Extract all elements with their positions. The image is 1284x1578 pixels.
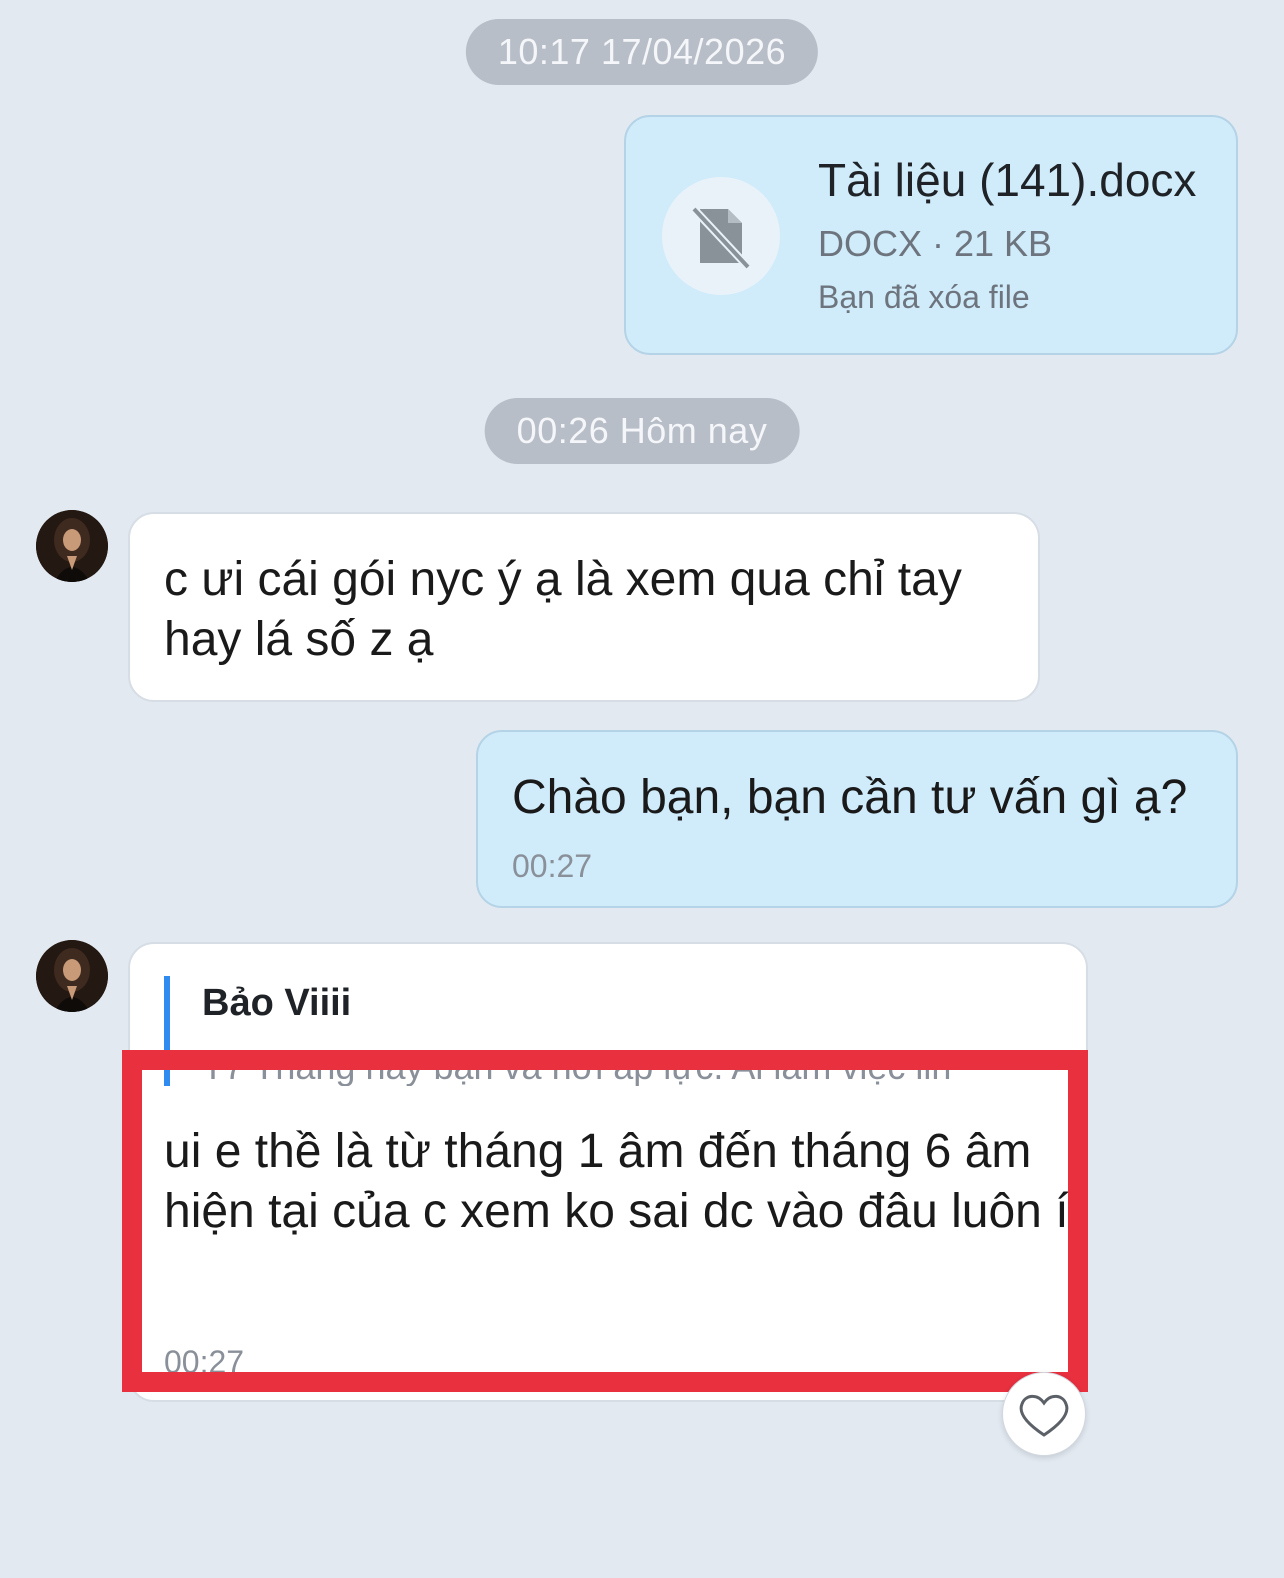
heart-icon xyxy=(1019,1394,1069,1437)
message-time: 00:27 xyxy=(512,848,593,884)
avatar-image xyxy=(36,940,108,1012)
contact-avatar[interactable] xyxy=(36,510,108,582)
contact-avatar[interactable] xyxy=(36,940,108,1012)
highlight-annotation-box xyxy=(122,1050,1088,1392)
timestamp-divider: 00:26 Hôm nay xyxy=(484,398,800,464)
message-text: c ưi cái gói nyc ý ạ là xem qua chỉ tay … xyxy=(164,553,962,666)
file-deleted-status: Bạn đã xóa file xyxy=(818,279,1030,315)
incoming-message-bubble[interactable]: c ưi cái gói nyc ý ạ là xem qua chỉ tay … xyxy=(128,512,1040,702)
avatar-image xyxy=(36,510,108,582)
outgoing-message-bubble[interactable]: Chào bạn, bạn cần tư vấn gì ạ? 00:27 xyxy=(476,730,1238,908)
file-name: Tài liệu (141).docx xyxy=(818,154,1197,206)
reaction-button[interactable] xyxy=(1002,1372,1086,1456)
file-meta: DOCX · 21 KB xyxy=(818,223,1053,264)
file-message-bubble[interactable]: Tài liệu (141).docx DOCX · 21 KB Bạn đã … xyxy=(624,115,1238,355)
deleted-file-icon xyxy=(689,204,753,272)
file-icon-circle xyxy=(662,177,780,295)
message-text: Chào bạn, bạn cần tư vấn gì ạ? xyxy=(512,771,1188,824)
timestamp-divider: 10:17 17/04/2026 xyxy=(465,19,819,85)
quoted-sender-name: Bảo Viiii xyxy=(202,982,352,1024)
